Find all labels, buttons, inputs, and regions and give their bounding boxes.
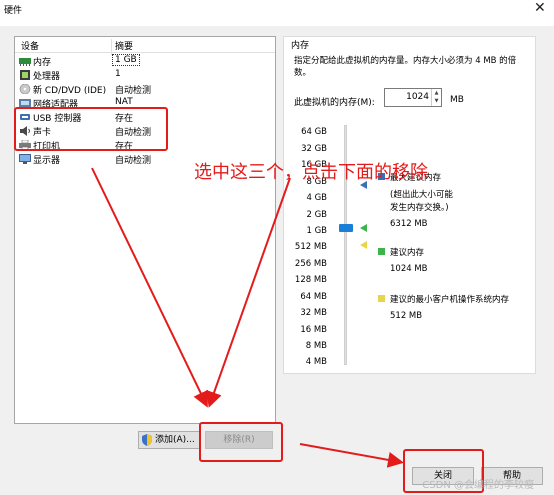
- annotation-arrow: [206, 177, 291, 408]
- watermark: CSDN @会编程的李较瘦: [422, 480, 534, 491]
- annotation-arrow: [91, 167, 208, 408]
- annotation-arrows: [91, 167, 404, 468]
- annotation-arrow: [299, 443, 404, 468]
